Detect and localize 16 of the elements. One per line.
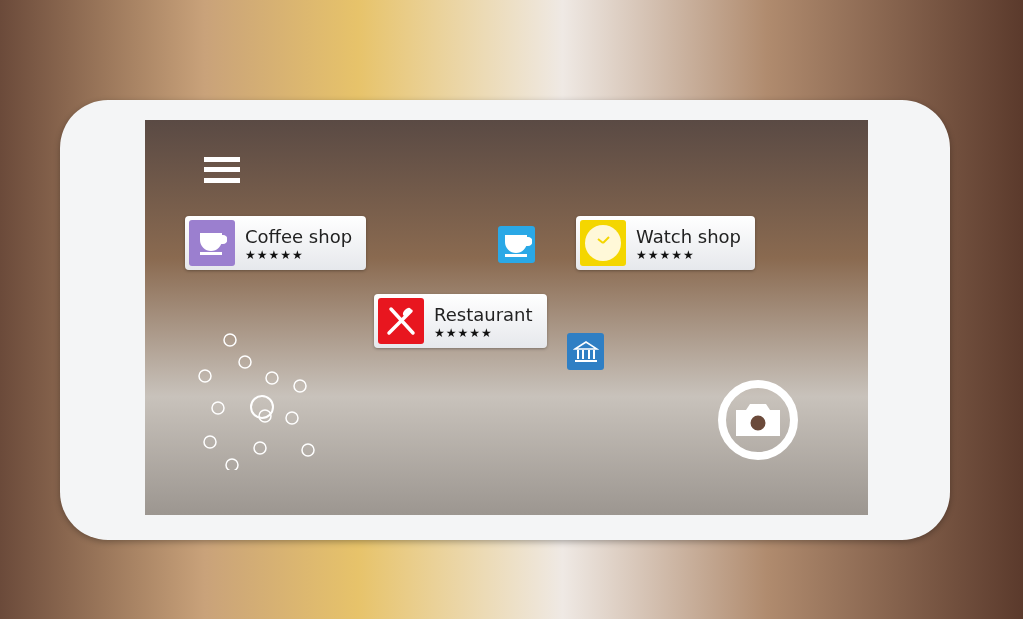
place-card[interactable]: Watch shop ★★★★★ [576,216,755,270]
place-card[interactable]: Coffee shop ★★★★★ [185,216,367,270]
star-rating: ★★★★★ [245,248,304,261]
place-marker[interactable] [498,226,535,263]
place-card[interactable]: Restaurant ★★★★★ [374,294,547,348]
star-rating: ★★★★★ [636,248,695,261]
place-name: Coffee shop [245,225,353,247]
star-rating: ★★★★★ [434,326,493,339]
camera-button[interactable] [718,380,798,460]
place-name: Restaurant [434,303,533,325]
place-name: Watch shop [636,225,741,247]
cup-icon [197,230,227,256]
place-marker[interactable] [567,333,604,370]
cutlery-icon [385,305,417,337]
menu-icon[interactable] [204,157,240,183]
building-icon [572,339,599,364]
